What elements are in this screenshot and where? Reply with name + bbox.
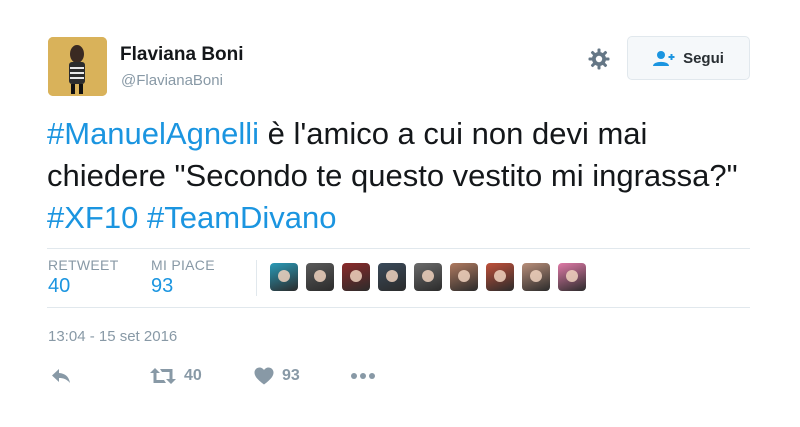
timestamp[interactable]: 13:04 - 15 set 2016 xyxy=(48,328,177,345)
likes-stat-label: MI PIACE xyxy=(151,257,215,273)
more-button[interactable] xyxy=(350,367,376,385)
user-name[interactable]: Flaviana Boni xyxy=(120,44,244,66)
stats-separator xyxy=(256,260,257,296)
retweet-icon xyxy=(150,368,176,384)
tweet-text: #ManuelAgnelli è l'amico a cui non devi … xyxy=(47,113,757,239)
retweet-stat-count: 40 xyxy=(48,275,71,297)
liker-avatar-face xyxy=(494,270,506,282)
heart-icon xyxy=(254,367,274,385)
retweet-action-count: 40 xyxy=(184,367,202,384)
liker-avatar[interactable] xyxy=(558,263,586,291)
add-user-icon xyxy=(653,51,675,66)
liker-avatar-face xyxy=(530,270,542,282)
follow-label: Segui xyxy=(683,49,724,67)
divider-bottom xyxy=(47,307,750,308)
likers-avatars xyxy=(270,263,586,291)
liker-avatar[interactable] xyxy=(270,263,298,291)
follow-button[interactable]: Segui xyxy=(627,36,750,80)
liker-avatar-face xyxy=(278,270,290,282)
liker-avatar-face xyxy=(386,270,398,282)
hashtag-manuelagnelli[interactable]: #ManuelAgnelli xyxy=(47,116,259,151)
liker-avatar-face xyxy=(350,270,362,282)
more-icon xyxy=(351,373,375,379)
like-button[interactable]: 93 xyxy=(254,367,300,385)
liker-avatar-face xyxy=(314,270,326,282)
liker-avatar-face xyxy=(566,270,578,282)
gear-icon[interactable] xyxy=(587,47,611,71)
retweet-stat[interactable]: RETWEET 40 xyxy=(48,257,119,298)
user-handle[interactable]: @FlavianaBoni xyxy=(121,72,223,89)
reply-icon xyxy=(52,369,70,383)
liker-avatar[interactable] xyxy=(378,263,406,291)
liker-avatar-face xyxy=(422,270,434,282)
liker-avatar[interactable] xyxy=(522,263,550,291)
likes-stat-count: 93 xyxy=(151,275,174,297)
hashtag-xf10[interactable]: #XF10 xyxy=(47,200,138,235)
avatar-image xyxy=(48,37,107,96)
liker-avatar[interactable] xyxy=(414,263,442,291)
tweet-space xyxy=(138,200,147,235)
liker-avatar[interactable] xyxy=(306,263,334,291)
reply-button[interactable] xyxy=(50,367,72,385)
hashtag-teamdivano[interactable]: #TeamDivano xyxy=(147,200,337,235)
retweet-stat-label: RETWEET xyxy=(48,257,119,273)
liker-avatar-face xyxy=(458,270,470,282)
divider-top xyxy=(47,248,750,249)
like-action-count: 93 xyxy=(282,367,300,384)
avatar[interactable] xyxy=(48,37,107,96)
retweet-button[interactable]: 40 xyxy=(150,367,202,385)
liker-avatar[interactable] xyxy=(486,263,514,291)
liker-avatar[interactable] xyxy=(342,263,370,291)
liker-avatar[interactable] xyxy=(450,263,478,291)
likes-stat[interactable]: MI PIACE 93 xyxy=(151,257,215,298)
